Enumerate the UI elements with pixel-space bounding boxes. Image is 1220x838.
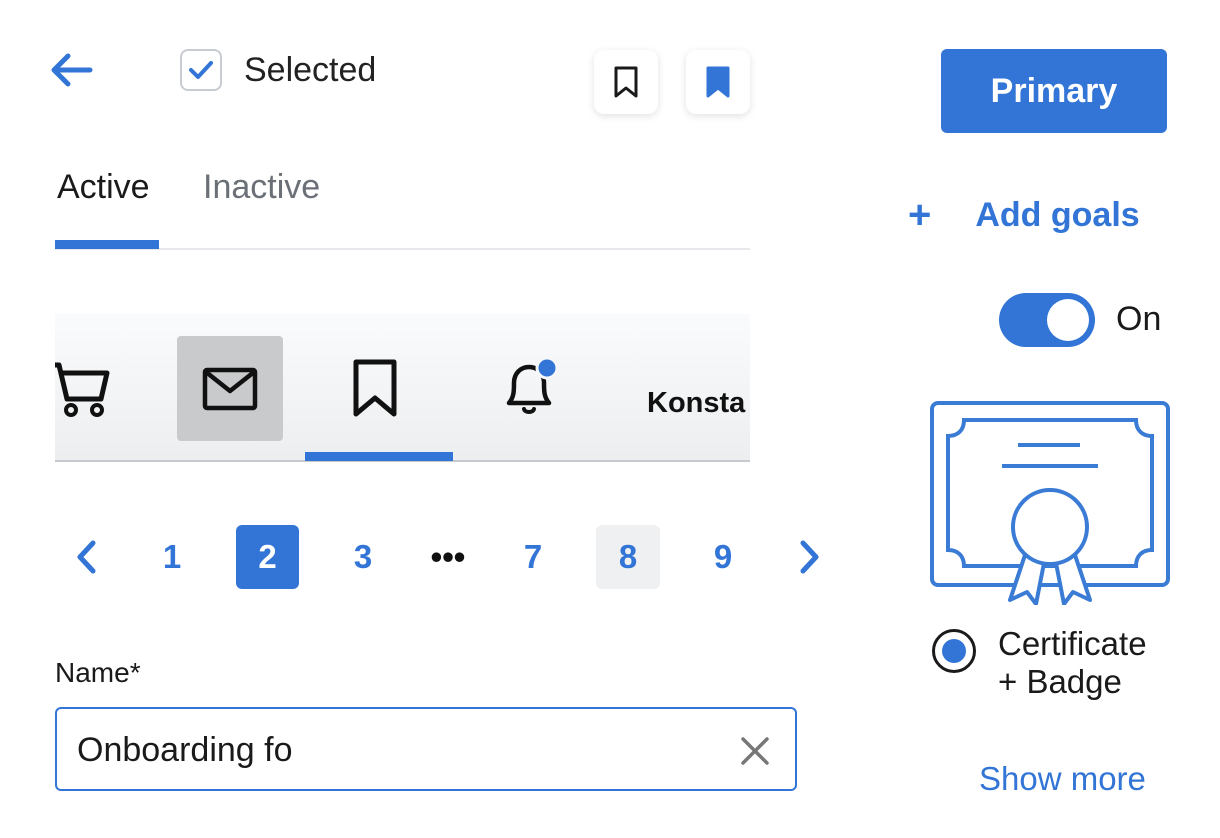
pagination-page-7[interactable]: 7	[501, 525, 565, 589]
tab-bar: Active Inactive	[55, 160, 750, 250]
name-input[interactable]	[77, 723, 717, 777]
chevron-right-icon	[800, 540, 819, 574]
pagination-page-1[interactable]: 1	[140, 525, 204, 589]
close-icon	[741, 737, 769, 765]
nav-item-cart[interactable]	[55, 352, 115, 424]
checkbox-box[interactable]	[180, 49, 222, 91]
tab-active[interactable]: Active	[57, 168, 150, 207]
user-name[interactable]: Konsta	[647, 387, 745, 420]
nav-active-indicator	[305, 452, 453, 461]
name-field-label: Name*	[55, 657, 141, 688]
checkbox-label: Selected	[244, 50, 377, 89]
primary-button[interactable]: Primary	[941, 49, 1167, 133]
certificate-icon	[930, 401, 1170, 606]
pagination-page-2[interactable]: 2	[236, 525, 299, 589]
selected-checkbox[interactable]: Selected	[180, 48, 376, 92]
tab-inactive[interactable]: Inactive	[203, 168, 320, 207]
radio-dot	[942, 639, 966, 663]
pagination-page-8[interactable]: 8	[596, 525, 660, 589]
certificate-illustration	[930, 400, 1170, 606]
toggle-label: On	[1116, 300, 1162, 338]
on-off-toggle[interactable]	[999, 293, 1095, 347]
radio-button[interactable]	[932, 629, 976, 673]
toggle-knob	[1047, 299, 1089, 341]
checkmark-icon	[189, 61, 213, 79]
cart-icon	[55, 362, 110, 417]
pagination-prev[interactable]	[66, 525, 106, 589]
bookmark-filled-icon	[706, 66, 730, 98]
nav-item-mail[interactable]	[177, 336, 283, 441]
bookmark-outline-button[interactable]	[594, 50, 658, 114]
show-more-link[interactable]: Show more	[979, 760, 1146, 798]
bookmark-filled-button[interactable]	[686, 50, 750, 114]
add-goals-label: Add goals	[975, 195, 1140, 234]
tab-active-indicator	[55, 240, 159, 249]
mail-icon	[202, 367, 258, 410]
bookmark-outline-icon	[614, 66, 638, 98]
pagination-next[interactable]	[790, 525, 830, 589]
radio-label-line2: + Badge	[998, 663, 1122, 700]
bookmark-icon	[353, 359, 397, 417]
icon-nav-bar: Konsta	[55, 314, 750, 462]
plus-icon: +	[908, 193, 932, 237]
radio-label: Certificate + Badge	[998, 625, 1147, 701]
certificate-badge-radio[interactable]: Certificate + Badge	[932, 625, 1147, 701]
chevron-left-icon	[77, 540, 96, 574]
back-arrow-icon[interactable]	[48, 50, 94, 90]
nav-item-bookmark[interactable]	[345, 350, 405, 426]
name-field[interactable]	[55, 707, 797, 791]
bell-icon	[506, 356, 559, 414]
pagination-ellipsis: •••	[430, 538, 466, 575]
radio-label-line1: Certificate	[998, 625, 1147, 662]
pagination-page-3[interactable]: 3	[331, 525, 395, 589]
nav-item-notifications[interactable]	[495, 352, 565, 424]
pagination-page-9[interactable]: 9	[691, 525, 755, 589]
clear-input-button[interactable]	[737, 733, 773, 769]
add-goals-button[interactable]: + Add goals	[908, 192, 1140, 238]
notification-dot	[535, 356, 559, 380]
